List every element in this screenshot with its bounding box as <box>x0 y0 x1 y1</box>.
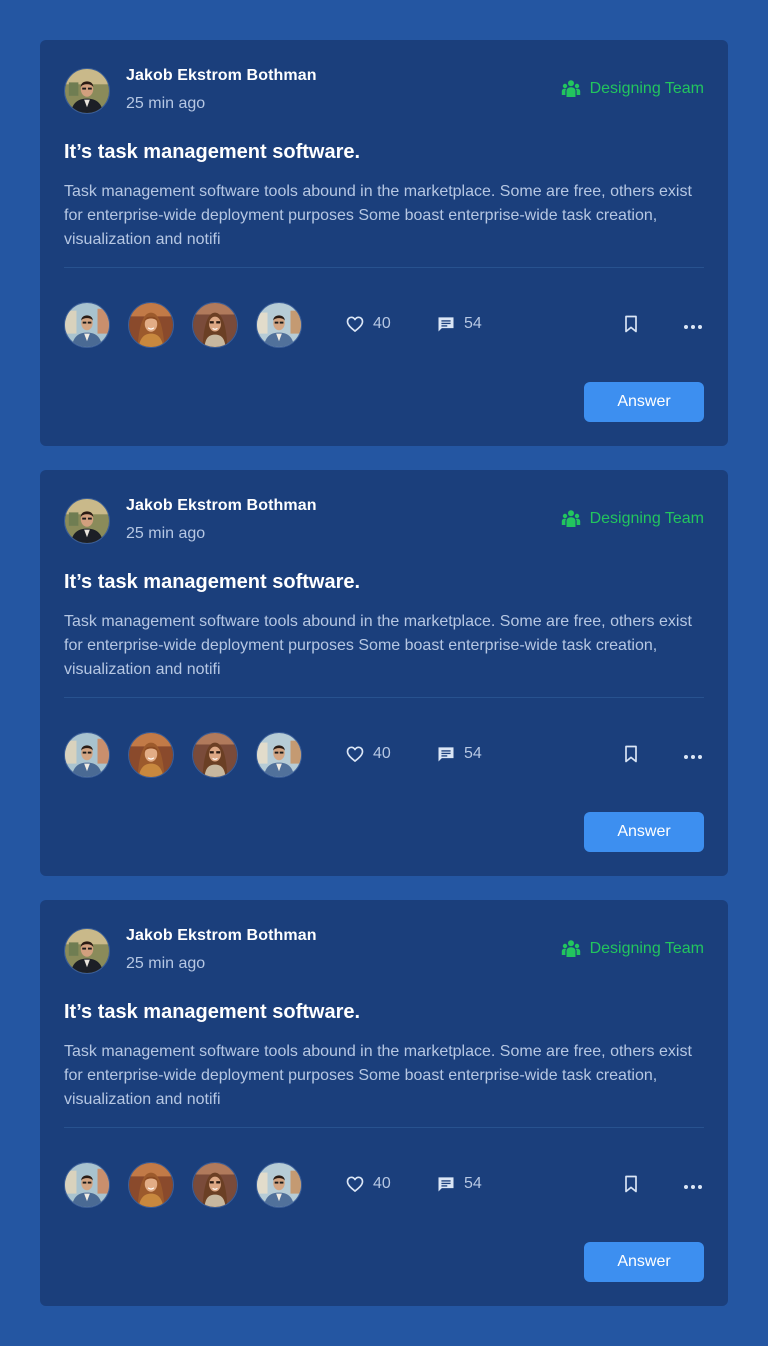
bookmark-icon <box>621 1173 641 1200</box>
participant-avatar[interactable] <box>64 302 110 348</box>
comment-count: 54 <box>464 1175 482 1192</box>
participant-avatar[interactable] <box>256 1162 302 1208</box>
bookmark-icon <box>621 313 641 340</box>
author-name[interactable]: Jakob Ekstrom Bothman <box>126 497 317 515</box>
answer-button[interactable]: Answer <box>584 812 704 852</box>
post-body: Task management software tools abound in… <box>64 1043 692 1108</box>
heart-icon <box>345 314 365 334</box>
team-label: Designing Team <box>589 940 704 957</box>
post-body: Task management software tools abound in… <box>64 183 692 248</box>
team-icon <box>561 79 581 99</box>
participant-avatar[interactable] <box>192 302 238 348</box>
like-button[interactable]: 40 <box>345 1174 391 1194</box>
post-title[interactable]: It’s task management software. <box>64 1001 360 1024</box>
author-avatar[interactable] <box>64 68 110 114</box>
bookmark-button[interactable] <box>619 744 643 768</box>
heart-icon <box>345 1174 365 1194</box>
team-label: Designing Team <box>589 510 704 527</box>
bookmark-icon <box>621 743 641 770</box>
like-count: 40 <box>373 1175 391 1192</box>
comment-count: 54 <box>464 315 482 332</box>
team-icon <box>561 509 581 529</box>
divider <box>64 697 704 698</box>
participant-avatar[interactable] <box>256 732 302 778</box>
author-name[interactable]: Jakob Ekstrom Bothman <box>126 67 317 85</box>
team-tag[interactable]: Designing Team <box>561 939 704 959</box>
author-name[interactable]: Jakob Ekstrom Bothman <box>126 927 317 945</box>
like-button[interactable]: 40 <box>345 744 391 764</box>
divider <box>64 1127 704 1128</box>
comment-icon <box>436 1174 456 1194</box>
post-time: 25 min ago <box>126 95 206 112</box>
bookmark-button[interactable] <box>619 1174 643 1198</box>
author-avatar[interactable] <box>64 928 110 974</box>
post-body: Task management software tools abound in… <box>64 613 692 678</box>
more-horizontal-icon <box>683 317 703 335</box>
comment-count: 54 <box>464 745 482 762</box>
participant-avatar[interactable] <box>192 732 238 778</box>
participant-avatar[interactable] <box>128 1162 174 1208</box>
like-count: 40 <box>373 745 391 762</box>
participant-avatar[interactable] <box>128 302 174 348</box>
more-horizontal-icon <box>683 747 703 765</box>
team-label: Designing Team <box>589 80 704 97</box>
heart-icon <box>345 744 365 764</box>
participant-avatar[interactable] <box>128 732 174 778</box>
post-card: Jakob Ekstrom Bothman 25 min ago Designi… <box>40 900 728 1306</box>
divider <box>64 267 704 268</box>
post-feed: Jakob Ekstrom Bothman 25 min ago Designi… <box>0 0 768 1346</box>
participant-avatar[interactable] <box>256 302 302 348</box>
answer-button[interactable]: Answer <box>584 382 704 422</box>
author-avatar[interactable] <box>64 498 110 544</box>
participant-avatar[interactable] <box>64 1162 110 1208</box>
like-button[interactable]: 40 <box>345 314 391 334</box>
more-button[interactable] <box>681 1174 705 1198</box>
more-horizontal-icon <box>683 1177 703 1195</box>
comment-button[interactable]: 54 <box>436 744 482 764</box>
team-icon <box>561 939 581 959</box>
participant-avatar[interactable] <box>192 1162 238 1208</box>
comment-icon <box>436 744 456 764</box>
comment-button[interactable]: 54 <box>436 1174 482 1194</box>
more-button[interactable] <box>681 744 705 768</box>
post-time: 25 min ago <box>126 955 206 972</box>
more-button[interactable] <box>681 314 705 338</box>
answer-button[interactable]: Answer <box>584 1242 704 1282</box>
team-tag[interactable]: Designing Team <box>561 509 704 529</box>
post-card: Jakob Ekstrom Bothman 25 min ago Designi… <box>40 470 728 876</box>
post-time: 25 min ago <box>126 525 206 542</box>
like-count: 40 <box>373 315 391 332</box>
participant-avatar[interactable] <box>64 732 110 778</box>
comment-icon <box>436 314 456 334</box>
post-title[interactable]: It’s task management software. <box>64 571 360 594</box>
comment-button[interactable]: 54 <box>436 314 482 334</box>
post-card: Jakob Ekstrom Bothman 25 min ago Designi… <box>40 40 728 446</box>
team-tag[interactable]: Designing Team <box>561 79 704 99</box>
post-title[interactable]: It’s task management software. <box>64 141 360 164</box>
bookmark-button[interactable] <box>619 314 643 338</box>
